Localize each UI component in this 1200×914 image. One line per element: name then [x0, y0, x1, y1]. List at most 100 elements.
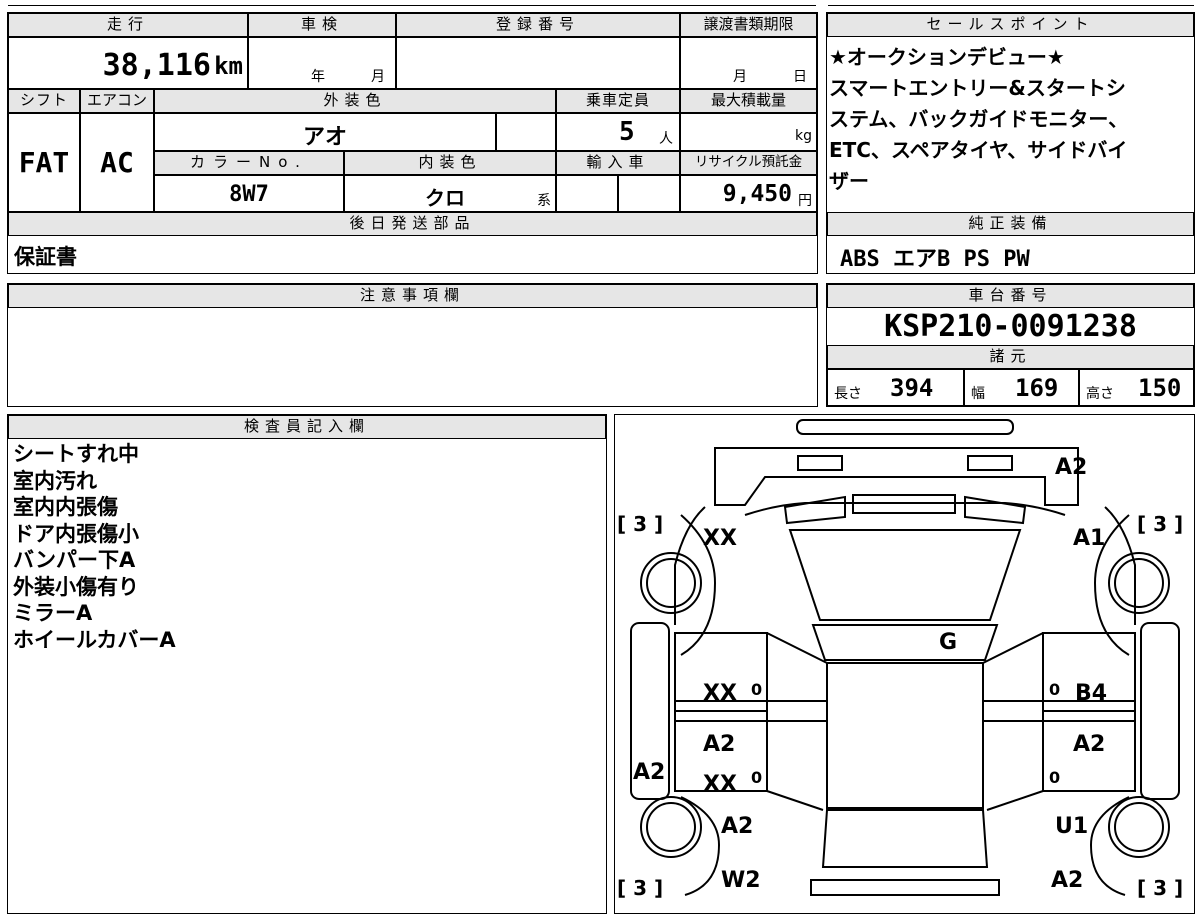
capacity-cell: 5 人	[556, 113, 680, 151]
rear-glass	[788, 529, 1022, 621]
transfer-deadline-cell: 月 日	[680, 37, 817, 89]
roof-panel	[826, 662, 984, 809]
interior-color-suffix: 系	[537, 193, 551, 209]
exterior-color-extra-cell	[496, 113, 556, 151]
rear-bumper-shape	[796, 419, 1014, 435]
aircon-value: AC	[100, 146, 134, 179]
mileage-unit: km	[214, 52, 243, 80]
sales-point-text: ★オークションデビュー★ スマートエントリー&スタートシ ステム、バックガイドモ…	[829, 42, 1193, 197]
max-load-cell: kg	[680, 113, 817, 151]
tire-front-right-inner	[1114, 802, 1164, 852]
import-cell-b	[618, 175, 680, 212]
rear-light-left	[797, 455, 843, 471]
inspector-notes: シートすれ中 室内汚れ 室内内張傷 ドア内張傷小 バンパー下A 外装小傷有り ミ…	[13, 441, 176, 653]
mileage-value: 38,116	[102, 48, 211, 83]
sales-line: ステム、バックガイドモニター、	[829, 107, 1129, 131]
exterior-color-cell: アオ	[154, 113, 496, 151]
capacity-header: 乗車定員	[556, 89, 680, 113]
interior-color-value: クロ	[425, 186, 465, 210]
tire-rear-right	[1108, 552, 1170, 614]
color-no-cell: 8W7	[154, 175, 344, 212]
spec-height-cell: 高さ 150	[1079, 369, 1194, 406]
mileage-cell: 38,116 km	[8, 37, 248, 89]
sales-line: スマートエントリー&スタートシ	[829, 76, 1126, 100]
interior-color-cell: クロ 系	[344, 175, 556, 212]
recycle-fee-value: 9,450	[722, 181, 792, 207]
damage-code-left-front-bumper: W2	[721, 868, 761, 893]
damage-code-left-front-fender: A2	[721, 814, 753, 839]
sales-point-header: セールスポイント	[827, 13, 1194, 37]
chassis-header: 車台番号	[827, 284, 1194, 308]
genuine-equipment-header: 純正装備	[827, 212, 1194, 236]
inspector-note: 室内汚れ	[13, 468, 97, 493]
recycle-fee-header: リサイクル預託金	[680, 151, 817, 175]
sales-line: ETC、スペアタイヤ、サイドバイ	[829, 138, 1128, 162]
color-no-header: カラーNo.	[154, 151, 344, 175]
spec-length-cell: 長さ 394	[827, 369, 964, 406]
inspector-note: ドア内張傷小	[13, 521, 139, 546]
damage-code-left-rocker: A2	[633, 760, 665, 785]
inspection-year-unit: 年	[311, 69, 325, 85]
windshield	[821, 809, 989, 868]
damage-code-right-rear-door: B4	[1075, 681, 1107, 706]
color-no-value: 8W7	[229, 182, 269, 207]
shift-value: FAT	[18, 146, 70, 179]
damage-code-left-front-door-a: A2	[703, 732, 735, 757]
tire-rear-left	[640, 552, 702, 614]
transfer-month-unit: 月	[733, 69, 747, 85]
rear-window-left	[783, 495, 846, 525]
rear-light-right	[967, 455, 1013, 471]
spec-width-value: 169	[1015, 374, 1059, 402]
registration-cell	[396, 37, 680, 89]
tire-front-left	[640, 796, 702, 858]
capacity-unit: 人	[659, 131, 673, 147]
exterior-color-value: アオ	[302, 125, 347, 150]
damage-code-rear-bumper: A2	[1055, 455, 1087, 480]
interior-color-header: 内装色	[344, 151, 556, 175]
damage-code-left-front-door-b: XX	[703, 772, 737, 797]
remarks-header: 注意事項欄	[8, 284, 817, 308]
inspector-note: ミラーA	[13, 601, 93, 625]
registration-header: 登録番号	[396, 13, 680, 37]
tire-mark-rear-left: [ 3 ]	[617, 512, 663, 536]
recycle-fee-unit: 円	[798, 193, 812, 209]
car-diagram: [ 3 ] [ 3 ] [ 3 ] [ 3 ] A2 XX A1 G XX B4…	[617, 419, 1183, 900]
left-door-line-b	[766, 790, 824, 811]
spec-width-cell: 幅 169	[964, 369, 1079, 406]
tire-front-left-inner	[646, 802, 696, 852]
shift-header: シフト	[8, 89, 80, 113]
genuine-equipment-value: ABS エアB PS PW	[840, 247, 1030, 272]
top-strip	[8, 0, 816, 6]
sales-line: ザー	[829, 169, 869, 193]
damage-code-roof: G	[939, 630, 957, 655]
tire-mark-front-left: [ 3 ]	[617, 876, 663, 900]
spec-height-value: 150	[1138, 374, 1182, 402]
recycle-fee-cell: 9,450 円	[680, 175, 817, 212]
body-outline-rear	[674, 506, 1136, 625]
top-strip-right	[828, 0, 1194, 6]
tire-mark-front-right: [ 3 ]	[1137, 876, 1183, 900]
tire-rear-left-inner	[646, 558, 696, 608]
shift-cell: FAT	[8, 113, 80, 212]
spec-length-label: 長さ	[834, 386, 862, 402]
mileage-header: 走行	[8, 13, 248, 37]
later-parts-value: 保証書	[14, 245, 77, 269]
zero-mark: 0	[1049, 680, 1060, 699]
spec-height-label: 高さ	[1086, 386, 1114, 402]
chassis-number: KSP210-0091238	[884, 309, 1137, 344]
right-rocker	[1140, 622, 1180, 800]
aircon-cell: AC	[80, 113, 154, 212]
inspector-note: バンパー下A	[13, 548, 136, 572]
spec-width-label: 幅	[971, 386, 985, 402]
transfer-day-unit: 日	[793, 69, 807, 85]
aircon-header: エアコン	[80, 89, 154, 113]
import-cell-a	[556, 175, 618, 212]
import-header: 輸入車	[556, 151, 680, 175]
inspection-cell: 年 月	[248, 37, 396, 89]
roof-front	[811, 624, 999, 661]
zero-mark: 0	[751, 768, 762, 787]
max-load-header: 最大積載量	[680, 89, 817, 113]
tire-front-right	[1108, 796, 1170, 858]
inspector-note: シートすれ中	[13, 442, 139, 466]
spec-length-value: 394	[890, 374, 934, 402]
